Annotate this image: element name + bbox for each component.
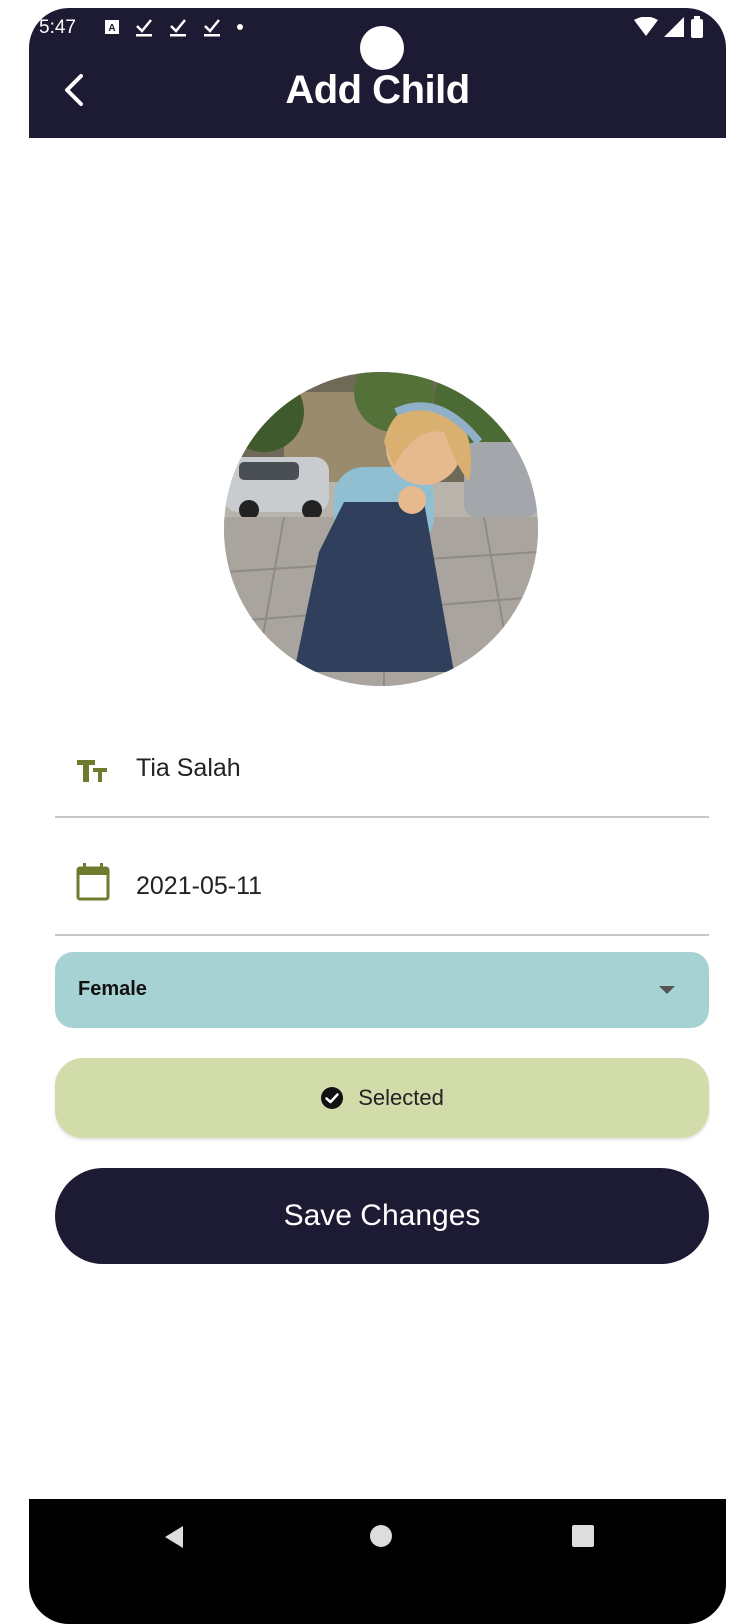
phone-screen: 5:47 A Add Child Tia Salah 2021-05-11 Fe… [29,8,726,1624]
child-name-field[interactable]: Tia Salah [55,726,709,818]
check-download-icon [136,19,152,37]
nav-back-icon[interactable] [163,1525,185,1549]
signal-icon [664,17,684,37]
page-title: Add Child [285,68,470,112]
gender-dropdown[interactable]: Female [55,952,709,1028]
svg-text:A: A [108,23,115,34]
child-name-value[interactable]: Tia Salah [136,754,241,783]
gender-selected-value: Female [78,978,147,1000]
notification-a-icon: A [105,20,119,34]
camera-cutout [360,26,404,70]
child-photo-avatar[interactable] [224,372,538,686]
dropdown-arrow-icon [659,986,675,994]
date-of-birth-field[interactable]: 2021-05-11 [55,844,709,936]
app-bar: 5:47 A Add Child [29,8,726,138]
system-nav-bar [29,1499,726,1624]
save-changes-button[interactable]: Save Changes [55,1168,709,1264]
check-download-icon [204,19,220,37]
child-photo [224,372,538,686]
wifi-icon [634,17,658,36]
status-notification-icons: A [104,16,244,38]
check-circle-icon [321,1087,344,1109]
status-system-icons [634,16,704,38]
check-download-icon [170,19,186,37]
dot-icon [237,24,243,30]
selected-label: Selected [358,1085,444,1110]
status-time: 5:47 [39,17,76,38]
calendar-icon [76,863,110,901]
date-of-birth-value[interactable]: 2021-05-11 [136,872,262,901]
nav-recents-icon[interactable] [572,1525,594,1547]
nav-home-icon[interactable] [370,1525,392,1547]
battery-icon [691,16,703,38]
text-size-icon [77,760,107,782]
selected-chip[interactable]: Selected [55,1058,709,1138]
